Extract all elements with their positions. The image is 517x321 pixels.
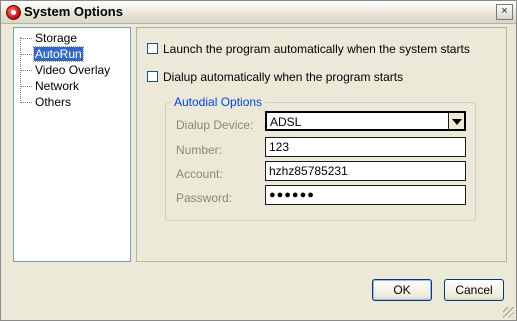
dialup-on-start-option[interactable]: Dialup automatically when the program st… xyxy=(147,69,404,84)
password-label: Password: xyxy=(176,191,233,205)
tree-branch xyxy=(20,86,32,88)
dialup-device-value: ADSL xyxy=(270,115,302,129)
dialup-device-select[interactable]: ADSL xyxy=(265,111,466,131)
tree-item-label: Others xyxy=(35,95,72,109)
cancel-button[interactable]: Cancel xyxy=(444,279,504,301)
tree-item-autorun[interactable]: AutoRun xyxy=(20,46,84,62)
autodial-group-title: Autodial Options xyxy=(171,95,266,109)
tree-item-storage[interactable]: Storage xyxy=(20,31,78,45)
tree-item-others[interactable]: Others xyxy=(20,95,72,109)
launch-on-startup-option[interactable]: Launch the program automatically when th… xyxy=(147,41,470,56)
tree-branch xyxy=(20,54,32,56)
account-label: Account: xyxy=(176,167,223,181)
number-field[interactable]: 123 xyxy=(265,137,466,157)
tree-item-label: Network xyxy=(35,79,80,93)
options-tree: Storage AutoRun Video Overlay Network Ot… xyxy=(13,27,131,262)
resize-grip-icon[interactable] xyxy=(503,307,514,318)
tree-branch xyxy=(20,102,32,104)
tree-branch xyxy=(20,38,32,40)
window-title: System Options xyxy=(24,4,123,19)
tree-item-video-overlay[interactable]: Video Overlay xyxy=(20,63,111,77)
tree-item-label: Storage xyxy=(35,31,78,45)
ok-button[interactable]: OK xyxy=(372,279,432,301)
tree-branch xyxy=(20,70,32,72)
launch-on-startup-label: Launch the program automatically when th… xyxy=(163,41,470,56)
close-button[interactable]: × xyxy=(496,4,513,20)
account-field[interactable]: hzhz85785231 xyxy=(265,161,466,181)
title-bar[interactable]: System Options × xyxy=(1,1,516,24)
chevron-down-icon[interactable] xyxy=(448,113,464,129)
dialup-device-label: Dialup Device: xyxy=(176,118,254,132)
dialup-on-start-checkbox[interactable] xyxy=(147,71,158,83)
tree-item-network[interactable]: Network xyxy=(20,79,80,93)
tree-item-label: AutoRun xyxy=(33,46,84,62)
password-field[interactable]: ●●●●●● xyxy=(265,185,466,205)
app-icon xyxy=(6,5,21,20)
number-label: Number: xyxy=(176,143,223,157)
dialup-on-start-label: Dialup automatically when the program st… xyxy=(163,69,404,84)
system-options-window: System Options × Storage AutoRun Video O… xyxy=(0,0,517,321)
tree-item-label: Video Overlay xyxy=(35,63,111,77)
launch-on-startup-checkbox[interactable] xyxy=(147,43,158,55)
